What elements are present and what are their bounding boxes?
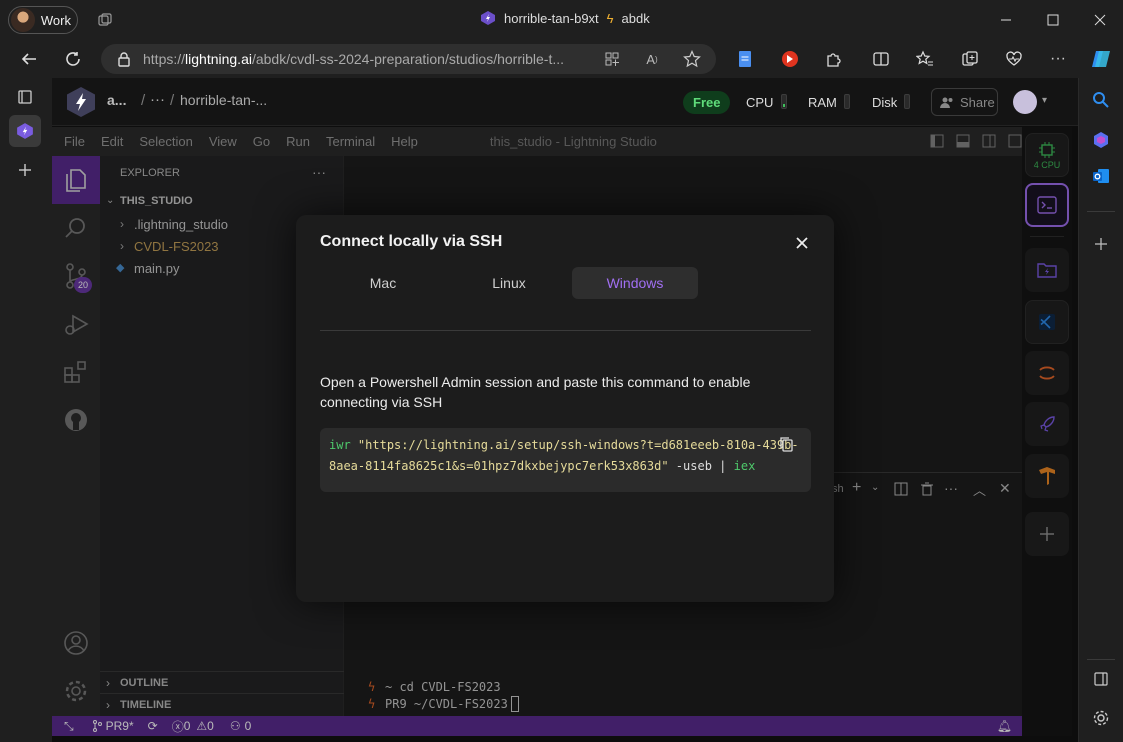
- hide-sidebar-icon[interactable]: [1091, 669, 1111, 689]
- url-path: /abdk/cvdl-ss-2024-preparation/studios/h…: [251, 51, 565, 67]
- cpu-label: CPU: [746, 95, 774, 110]
- red-extension-icon[interactable]: [780, 49, 800, 69]
- browser-titlebar: Work horrible-tan-b9xt ϟ abdk: [0, 0, 1123, 40]
- command-line-1: iwr "https://lightning.ai/setup/ssh-wind…: [329, 435, 802, 456]
- cmd-pipe: |: [719, 459, 727, 473]
- maximize-button[interactable]: [1043, 10, 1063, 30]
- apps-icon[interactable]: [603, 50, 621, 68]
- close-dialog-button[interactable]: [790, 231, 814, 255]
- share-button[interactable]: Share: [931, 88, 998, 116]
- lightning-tab-icon: [17, 123, 33, 139]
- back-button[interactable]: [18, 48, 40, 70]
- tab-title-text: horrible-tan-b9xt: [504, 10, 599, 26]
- cmd-tail: iex: [733, 459, 756, 473]
- breadcrumb-owner[interactable]: a...: [107, 92, 126, 108]
- read-aloud-icon[interactable]: A): [643, 50, 661, 68]
- refresh-button[interactable]: [62, 48, 84, 70]
- plan-badge[interactable]: Free: [683, 91, 731, 114]
- copy-icon[interactable]: [778, 436, 794, 452]
- workspaces-icon[interactable]: [94, 10, 116, 30]
- browser-vertical-tabs: [0, 78, 52, 742]
- disk-label: Disk: [872, 95, 898, 110]
- sidebar-divider: [1087, 211, 1115, 212]
- cmd-url-part1: "https://lightning.ai/setup/ssh-windows?…: [357, 438, 799, 452]
- cmd-keyword: iwr: [329, 438, 351, 452]
- settings-gear-icon[interactable]: [1091, 708, 1111, 728]
- profile-button[interactable]: Work: [8, 6, 78, 34]
- profile-avatar: [11, 8, 35, 32]
- user-avatar[interactable]: [1013, 90, 1037, 114]
- cmd-flag: -useb: [675, 459, 712, 473]
- tab-actions-icon[interactable]: [15, 87, 35, 107]
- ssh-connect-dialog: Connect locally via SSH Mac Linux Window…: [296, 215, 834, 602]
- profile-label: Work: [40, 12, 71, 28]
- browser-essentials-icon[interactable]: [1004, 49, 1024, 69]
- ssh-command-box[interactable]: iwr "https://lightning.ai/setup/ssh-wind…: [320, 428, 811, 492]
- document-extension-icon[interactable]: [736, 49, 754, 69]
- extensions-puzzle-icon[interactable]: [824, 49, 844, 69]
- url-scheme: https://: [143, 51, 186, 67]
- copilot-icon[interactable]: [1089, 47, 1113, 71]
- breadcrumb-studio[interactable]: horrible-tan-...: [180, 92, 267, 108]
- browser-right-sidebar: [1078, 78, 1123, 742]
- cmd-url-part2: 8aea-8114fa8625c1&s=01hpz7dkxbejypc7erk5…: [329, 459, 669, 473]
- tab-linux[interactable]: Linux: [446, 267, 572, 299]
- bolt-icon: ϟ: [606, 10, 614, 26]
- url-host: lightning.ai: [185, 51, 252, 67]
- share-label: Share: [960, 94, 995, 110]
- close-icon: [796, 237, 808, 249]
- sidebar-divider-bottom: [1087, 659, 1115, 660]
- dialog-description: Open a Powershell Admin session and past…: [320, 374, 751, 410]
- lightning-favicon-icon: [481, 11, 495, 25]
- disk-meter: [904, 94, 910, 109]
- studio-header: a... / ··· / horrible-tan-... Free CPU R…: [52, 78, 1078, 126]
- minimize-button[interactable]: [996, 10, 1016, 30]
- address-bar[interactable]: https://lightning.ai/abdk/cvdl-ss-2024-p…: [101, 44, 716, 74]
- tab-subtitle: abdk: [621, 10, 650, 26]
- tab-title[interactable]: horrible-tan-b9xt ϟ abdk: [480, 10, 650, 26]
- tab-windows[interactable]: Windows: [572, 267, 698, 299]
- active-tab-lightning[interactable]: [9, 115, 41, 147]
- collections-icon[interactable]: [960, 49, 980, 69]
- search-icon[interactable]: [1091, 90, 1111, 110]
- add-sidebar-app-icon[interactable]: [1091, 234, 1111, 254]
- lock-icon: [118, 52, 130, 67]
- close-window-button[interactable]: [1090, 10, 1110, 30]
- lightning-logo-icon[interactable]: [66, 86, 96, 118]
- ram-label: RAM: [808, 95, 837, 110]
- more-options-icon[interactable]: ···: [1048, 49, 1068, 69]
- breadcrumb-separator: /: [141, 92, 146, 109]
- favorite-star-icon[interactable]: [682, 49, 702, 69]
- chevron-down-icon[interactable]: ▾: [1042, 95, 1047, 106]
- tab-mac[interactable]: Mac: [320, 267, 446, 299]
- ram-meter: [844, 94, 850, 109]
- split-screen-icon[interactable]: [871, 49, 891, 69]
- dialog-title: Connect locally via SSH: [320, 233, 503, 250]
- new-tab-icon[interactable]: [15, 160, 35, 180]
- cpu-meter: [781, 94, 787, 109]
- dialog-divider: [320, 330, 811, 331]
- command-line-2: 8aea-8114fa8625c1&s=01hpz7dkxbejypc7erk5…: [329, 456, 802, 477]
- favorites-icon[interactable]: [915, 49, 935, 69]
- breadcrumb-separator-2: /: [170, 92, 175, 109]
- breadcrumb-more[interactable]: ···: [150, 91, 165, 108]
- copilot-sidebar-icon[interactable]: [1091, 130, 1111, 150]
- people-icon: [940, 97, 953, 108]
- outlook-icon[interactable]: [1091, 166, 1111, 186]
